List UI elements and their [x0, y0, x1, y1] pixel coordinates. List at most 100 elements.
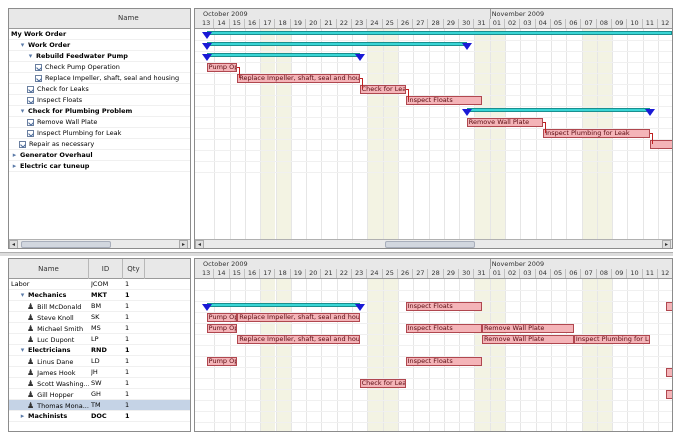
expand-arrow-icon[interactable]: ▾	[19, 345, 26, 356]
task-bar[interactable]: Check for Leaks	[359, 85, 406, 94]
task-row[interactable]: ▾ Work Order	[9, 40, 190, 51]
task-bar[interactable]	[650, 140, 672, 149]
task-row[interactable]: ▾ Rebuild Feedwater Pump	[9, 51, 190, 62]
task-bar[interactable]	[665, 390, 672, 399]
task-row[interactable]: Repair as necessary	[9, 139, 190, 150]
scroll-left-icon[interactable]: ◂	[195, 240, 204, 248]
task-name: Rebuild Feedwater Pump	[36, 52, 128, 60]
task-row[interactable]: Inspect Floats	[9, 95, 190, 106]
day-label: 10	[627, 19, 643, 28]
resource-row[interactable]: ♟ Thomas Mona... TM 1	[9, 400, 190, 411]
task-bar[interactable]: Remove Wall Plate	[482, 335, 574, 344]
row-line	[195, 84, 672, 85]
task-bar[interactable]: Inspect Floats	[405, 324, 483, 333]
task-bar[interactable]: Remove Wall Plate	[482, 324, 574, 333]
resource-row[interactable]: ♟ Michael Smith MS 1	[9, 323, 190, 334]
task-row[interactable]: Inspect Plumbing for Leak	[9, 128, 190, 139]
task-table-header[interactable]: Name	[9, 9, 190, 29]
milestone-marker[interactable]	[461, 43, 472, 50]
task-row[interactable]: Check Pump Operation	[9, 62, 190, 73]
task-bar[interactable]: Pump Op	[206, 324, 238, 333]
task-bar[interactable]	[665, 302, 672, 311]
resource-name-text: Scott Washing...	[37, 380, 89, 388]
expand-arrow-icon[interactable]: ▾	[19, 40, 26, 51]
milestone-marker[interactable]	[201, 32, 212, 39]
resource-row[interactable]: ♟ Bill McDonald BM 1	[9, 301, 190, 312]
task-bar[interactable]: Inspect Plumbing for Leak	[543, 129, 651, 138]
resource-row[interactable]: Labor JCOM 1	[9, 279, 190, 290]
collapse-arrow-icon[interactable]: ▸	[11, 150, 18, 161]
scroll-right-icon[interactable]: ▸	[662, 240, 671, 248]
scrollbar-thumb[interactable]	[21, 241, 111, 248]
milestone-marker[interactable]	[354, 304, 365, 311]
resource-row[interactable]: ♟ Gill Hopper GH 1	[9, 389, 190, 400]
milestone-marker[interactable]	[201, 43, 212, 50]
expand-arrow-icon[interactable]: ▾	[19, 106, 26, 117]
task-name: Check for Leaks	[37, 85, 89, 93]
collapse-arrow-icon[interactable]: ▸	[19, 411, 26, 422]
resource-qty: 1	[125, 335, 130, 343]
resource-row[interactable]: ▸ Machinists DOC 1	[9, 411, 190, 422]
resource-row[interactable]: ♟ Luc Dupont LP 1	[9, 334, 190, 345]
task-name: Remove Wall Plate	[37, 118, 98, 126]
split-divider[interactable]	[0, 252, 673, 256]
resource-row[interactable]: ▾ Electricians RND 1	[9, 345, 190, 356]
task-bar[interactable]: Inspect Floats	[405, 96, 483, 105]
task-row[interactable]: ▾ Check for Plumbing Problem	[9, 106, 190, 117]
resource-row[interactable]: ▾ Mechanics MKT 1	[9, 290, 190, 301]
task-table-hscrollbar[interactable]: ◂ ▸	[9, 239, 190, 248]
summary-bar[interactable]	[206, 42, 467, 46]
resource-row[interactable]: ♟ James Hook JH 1	[9, 367, 190, 378]
scrollbar-thumb[interactable]	[385, 241, 475, 248]
day-label: 09	[612, 269, 628, 278]
task-bar[interactable]: Pump Op	[206, 357, 238, 366]
resource-row[interactable]: ♟ Steve Knoll SK 1	[9, 312, 190, 323]
expand-arrow-icon[interactable]: ▾	[19, 290, 26, 301]
scroll-left-icon[interactable]: ◂	[9, 240, 18, 248]
task-row[interactable]: Remove Wall Plate	[9, 117, 190, 128]
name-column-header[interactable]: Name	[118, 14, 139, 22]
task-bar[interactable]: Inspect Floats	[405, 302, 483, 311]
milestone-marker[interactable]	[201, 54, 212, 61]
task-bar[interactable]: Remove Wall Plate	[466, 118, 544, 127]
resource-name-header[interactable]: Name	[9, 259, 89, 279]
summary-bar[interactable]	[466, 108, 651, 112]
summary-bar[interactable]	[206, 303, 360, 307]
task-bar[interactable]: Replace Impeller, shaft, seal and housin…	[237, 74, 360, 83]
person-icon: ♟	[27, 313, 35, 322]
task-bar[interactable]	[665, 368, 672, 377]
task-row[interactable]: Replace Impeller, shaft, seal and housin…	[9, 73, 190, 84]
milestone-marker[interactable]	[645, 109, 656, 116]
task-name: Check Pump Operation	[45, 63, 120, 71]
scroll-right-icon[interactable]: ▸	[179, 240, 188, 248]
person-icon: ♟	[27, 379, 35, 388]
summary-bar[interactable]	[206, 53, 360, 57]
resource-table-header[interactable]: Name ID Qty	[9, 259, 190, 279]
resource-id: LD	[91, 357, 100, 365]
task-bar[interactable]: Pump Op	[206, 63, 238, 72]
task-bar[interactable]: Inspect Floats	[405, 357, 483, 366]
task-bar[interactable]: Pump Op	[206, 313, 238, 322]
task-checkbox-icon	[19, 140, 26, 148]
resource-row[interactable]: ♟ Scott Washing... SW 1	[9, 378, 190, 389]
gantt-hscrollbar[interactable]: ◂ ▸	[195, 239, 672, 248]
resource-id-header[interactable]: ID	[89, 259, 123, 279]
task-row[interactable]: Check for Leaks	[9, 84, 190, 95]
milestone-marker[interactable]	[201, 304, 212, 311]
collapse-arrow-icon[interactable]: ▸	[11, 161, 18, 172]
task-bar[interactable]: Check for Leaks	[359, 379, 406, 388]
task-row[interactable]: ▸ Electric car tuneup	[9, 161, 190, 172]
summary-bar[interactable]	[206, 31, 672, 35]
task-bar[interactable]: Inspect Plumbing for Leak	[573, 335, 651, 344]
task-bar[interactable]: Replace Impeller, shaft, seal and housin…	[237, 335, 360, 344]
resource-qty-header[interactable]: Qty	[123, 259, 145, 279]
milestone-marker[interactable]	[354, 54, 365, 61]
task-row[interactable]: My Work Order	[9, 29, 190, 40]
task-row[interactable]: ▸ Generator Overhaul	[9, 150, 190, 161]
resource-row[interactable]: ♟ Linus Dane LD 1	[9, 356, 190, 367]
task-bar[interactable]: Replace Impeller, shaft, seal and housin…	[237, 313, 360, 322]
day-label: 21	[321, 269, 337, 278]
expand-arrow-icon[interactable]: ▾	[27, 51, 34, 62]
milestone-marker[interactable]	[461, 109, 472, 116]
task-name: Repair as necessary	[29, 140, 95, 148]
